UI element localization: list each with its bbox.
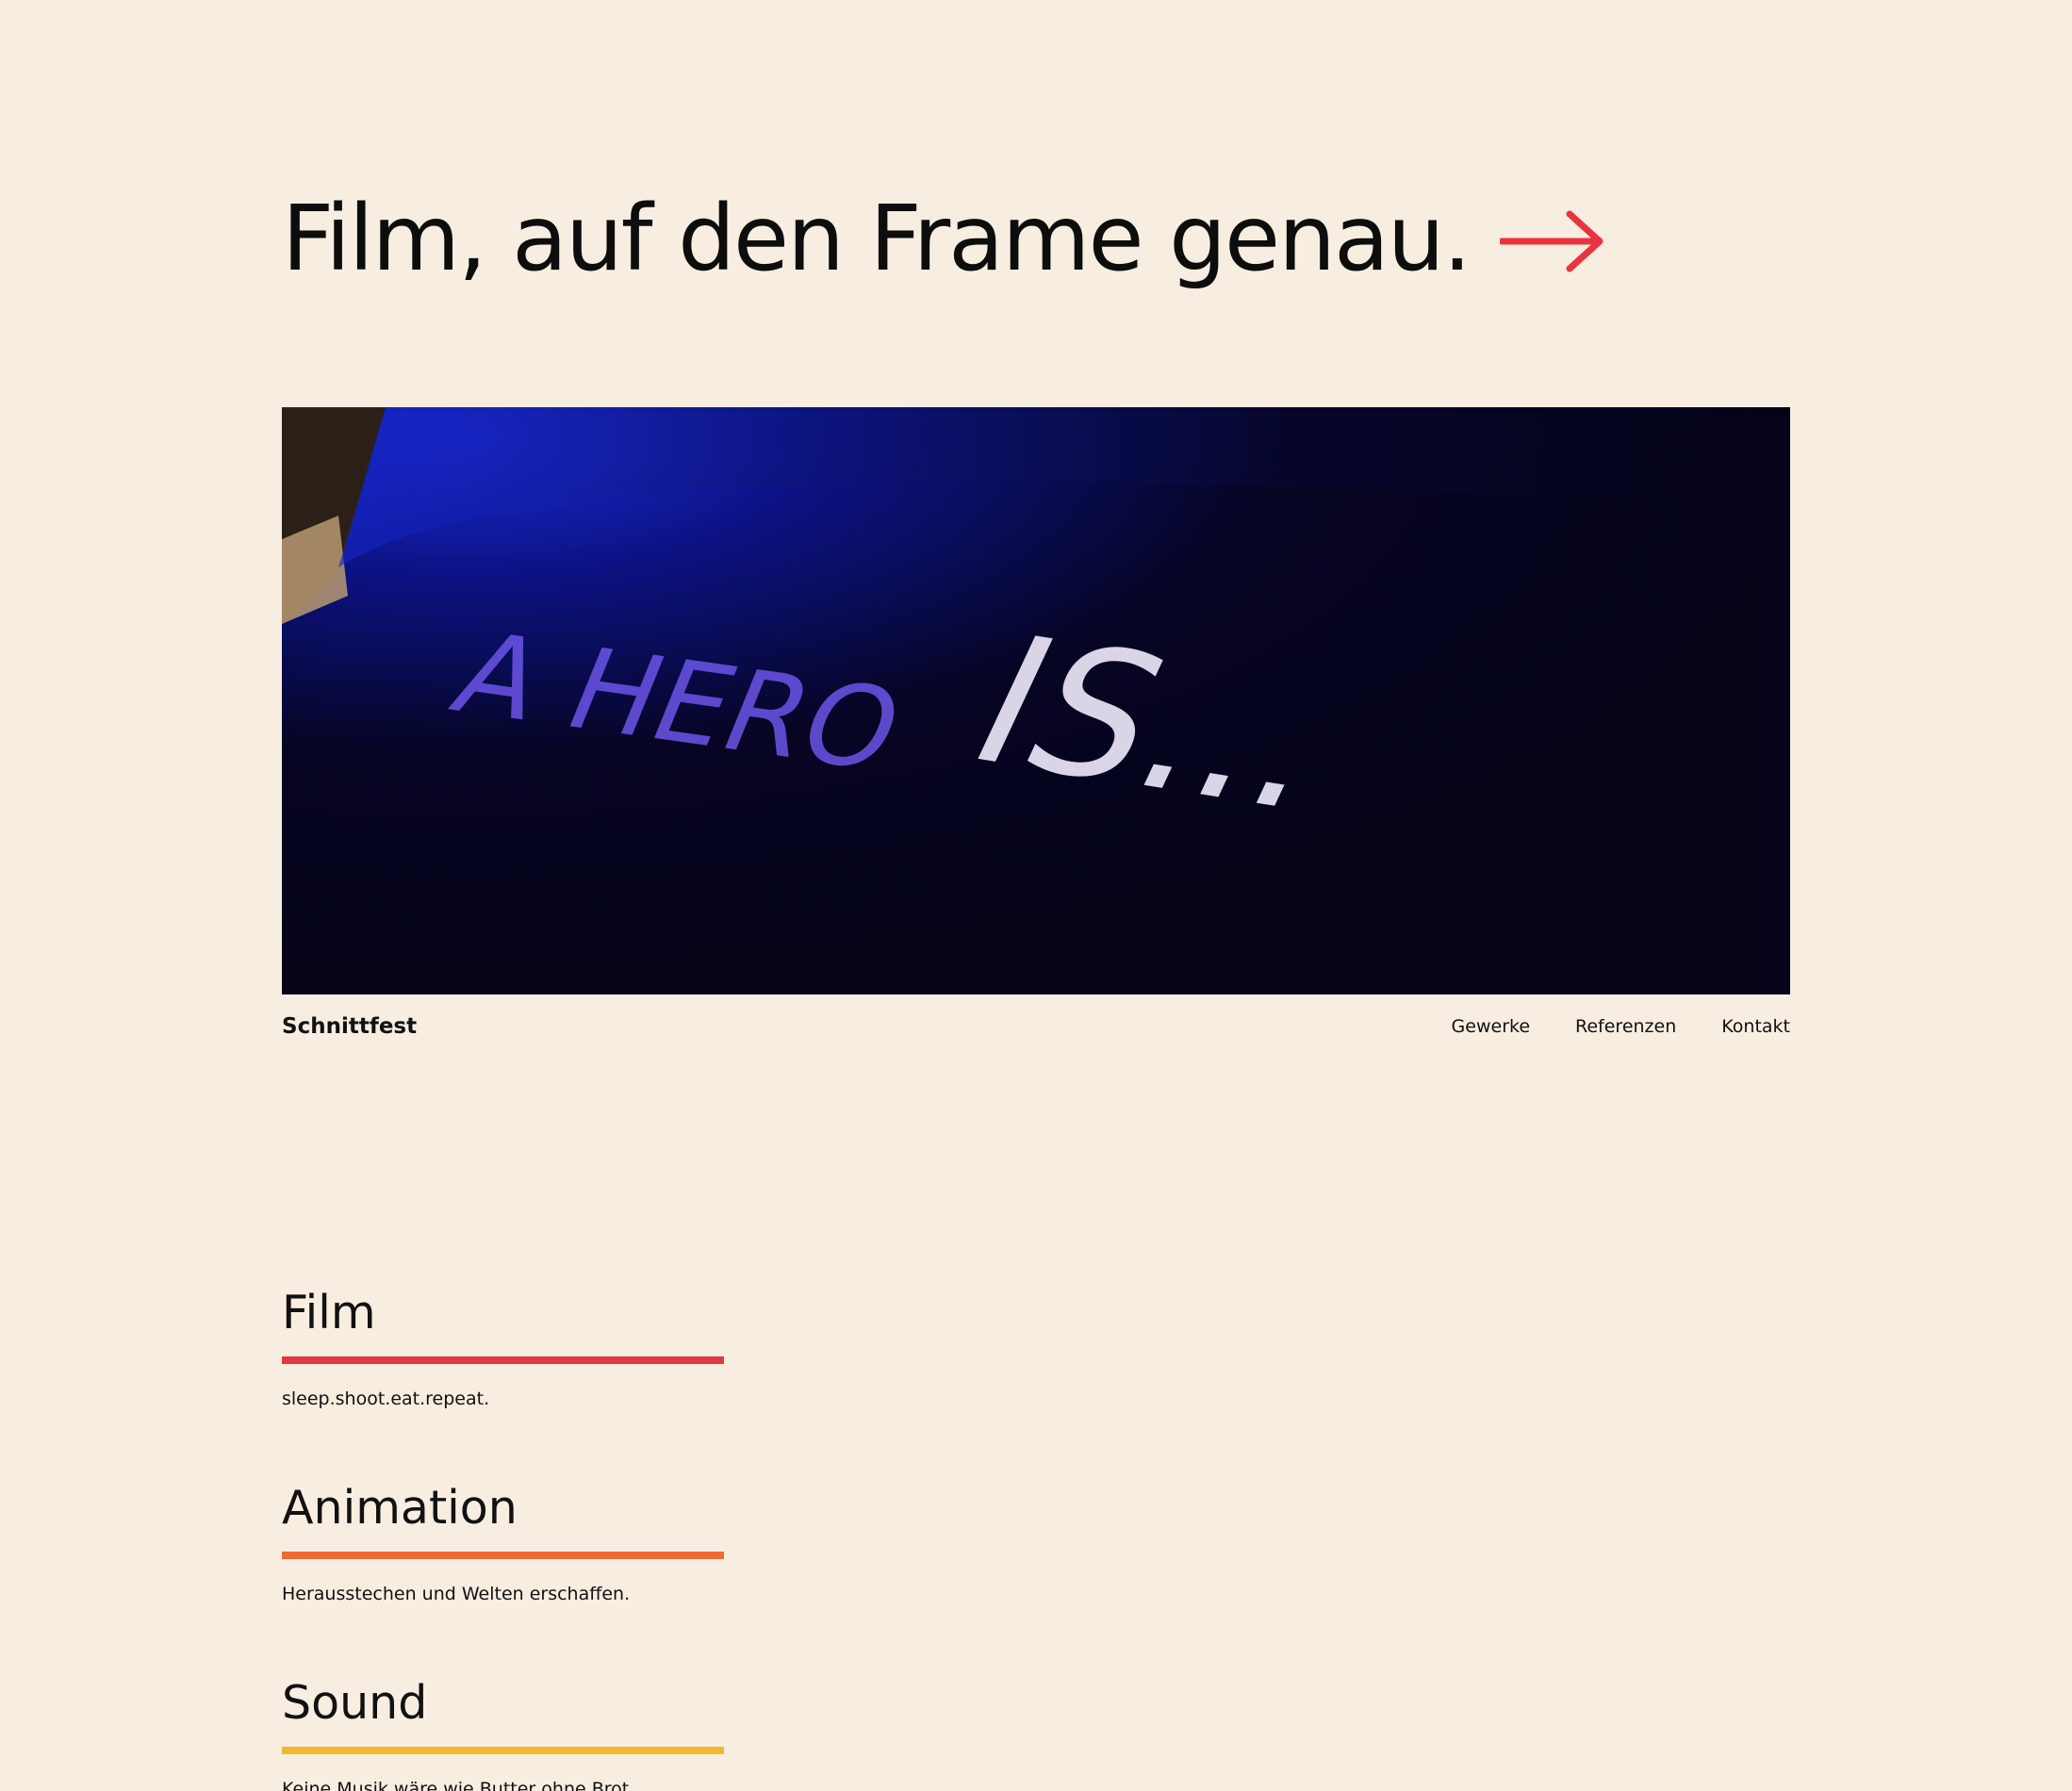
main-nav: Gewerke Referenzen Kontakt: [1452, 1016, 1790, 1037]
arrow-right-icon[interactable]: [1498, 208, 1605, 274]
hero-title-row: Film, auf den Frame genau.: [282, 193, 1605, 284]
nav-item-gewerke[interactable]: Gewerke: [1452, 1016, 1530, 1037]
hero-title: Film, auf den Frame genau.: [282, 186, 1472, 291]
service-tagline: Keine Musik wäre wie Butter ohne Brot.: [282, 1779, 635, 1791]
hero-video[interactable]: A HERO IS...: [282, 407, 1790, 994]
service-divider: [282, 1552, 724, 1559]
service-animation: Animation Herausstechen und Welten ersch…: [282, 1485, 724, 1604]
service-title: Animation: [282, 1481, 518, 1535]
service-sound: Sound Keine Musik wäre wie Butter ohne B…: [282, 1680, 724, 1791]
service-film: Film sleep.shoot.eat.repeat.: [282, 1290, 724, 1409]
nav-item-referenzen[interactable]: Referenzen: [1575, 1016, 1676, 1037]
brand-logo[interactable]: Schnittfest: [282, 1014, 417, 1039]
service-divider: [282, 1356, 724, 1364]
footer-bar: Schnittfest Gewerke Referenzen Kontakt: [282, 1011, 1790, 1043]
service-tagline: Herausstechen und Welten erschaffen.: [282, 1584, 631, 1604]
nav-item-kontakt[interactable]: Kontakt: [1721, 1016, 1790, 1037]
service-title: Film: [282, 1286, 376, 1339]
service-title: Sound: [282, 1676, 428, 1730]
page: Film, auf den Frame genau. A HERO IS... …: [0, 0, 2072, 1791]
service-tagline: sleep.shoot.eat.repeat.: [282, 1388, 490, 1409]
service-divider: [282, 1747, 724, 1754]
